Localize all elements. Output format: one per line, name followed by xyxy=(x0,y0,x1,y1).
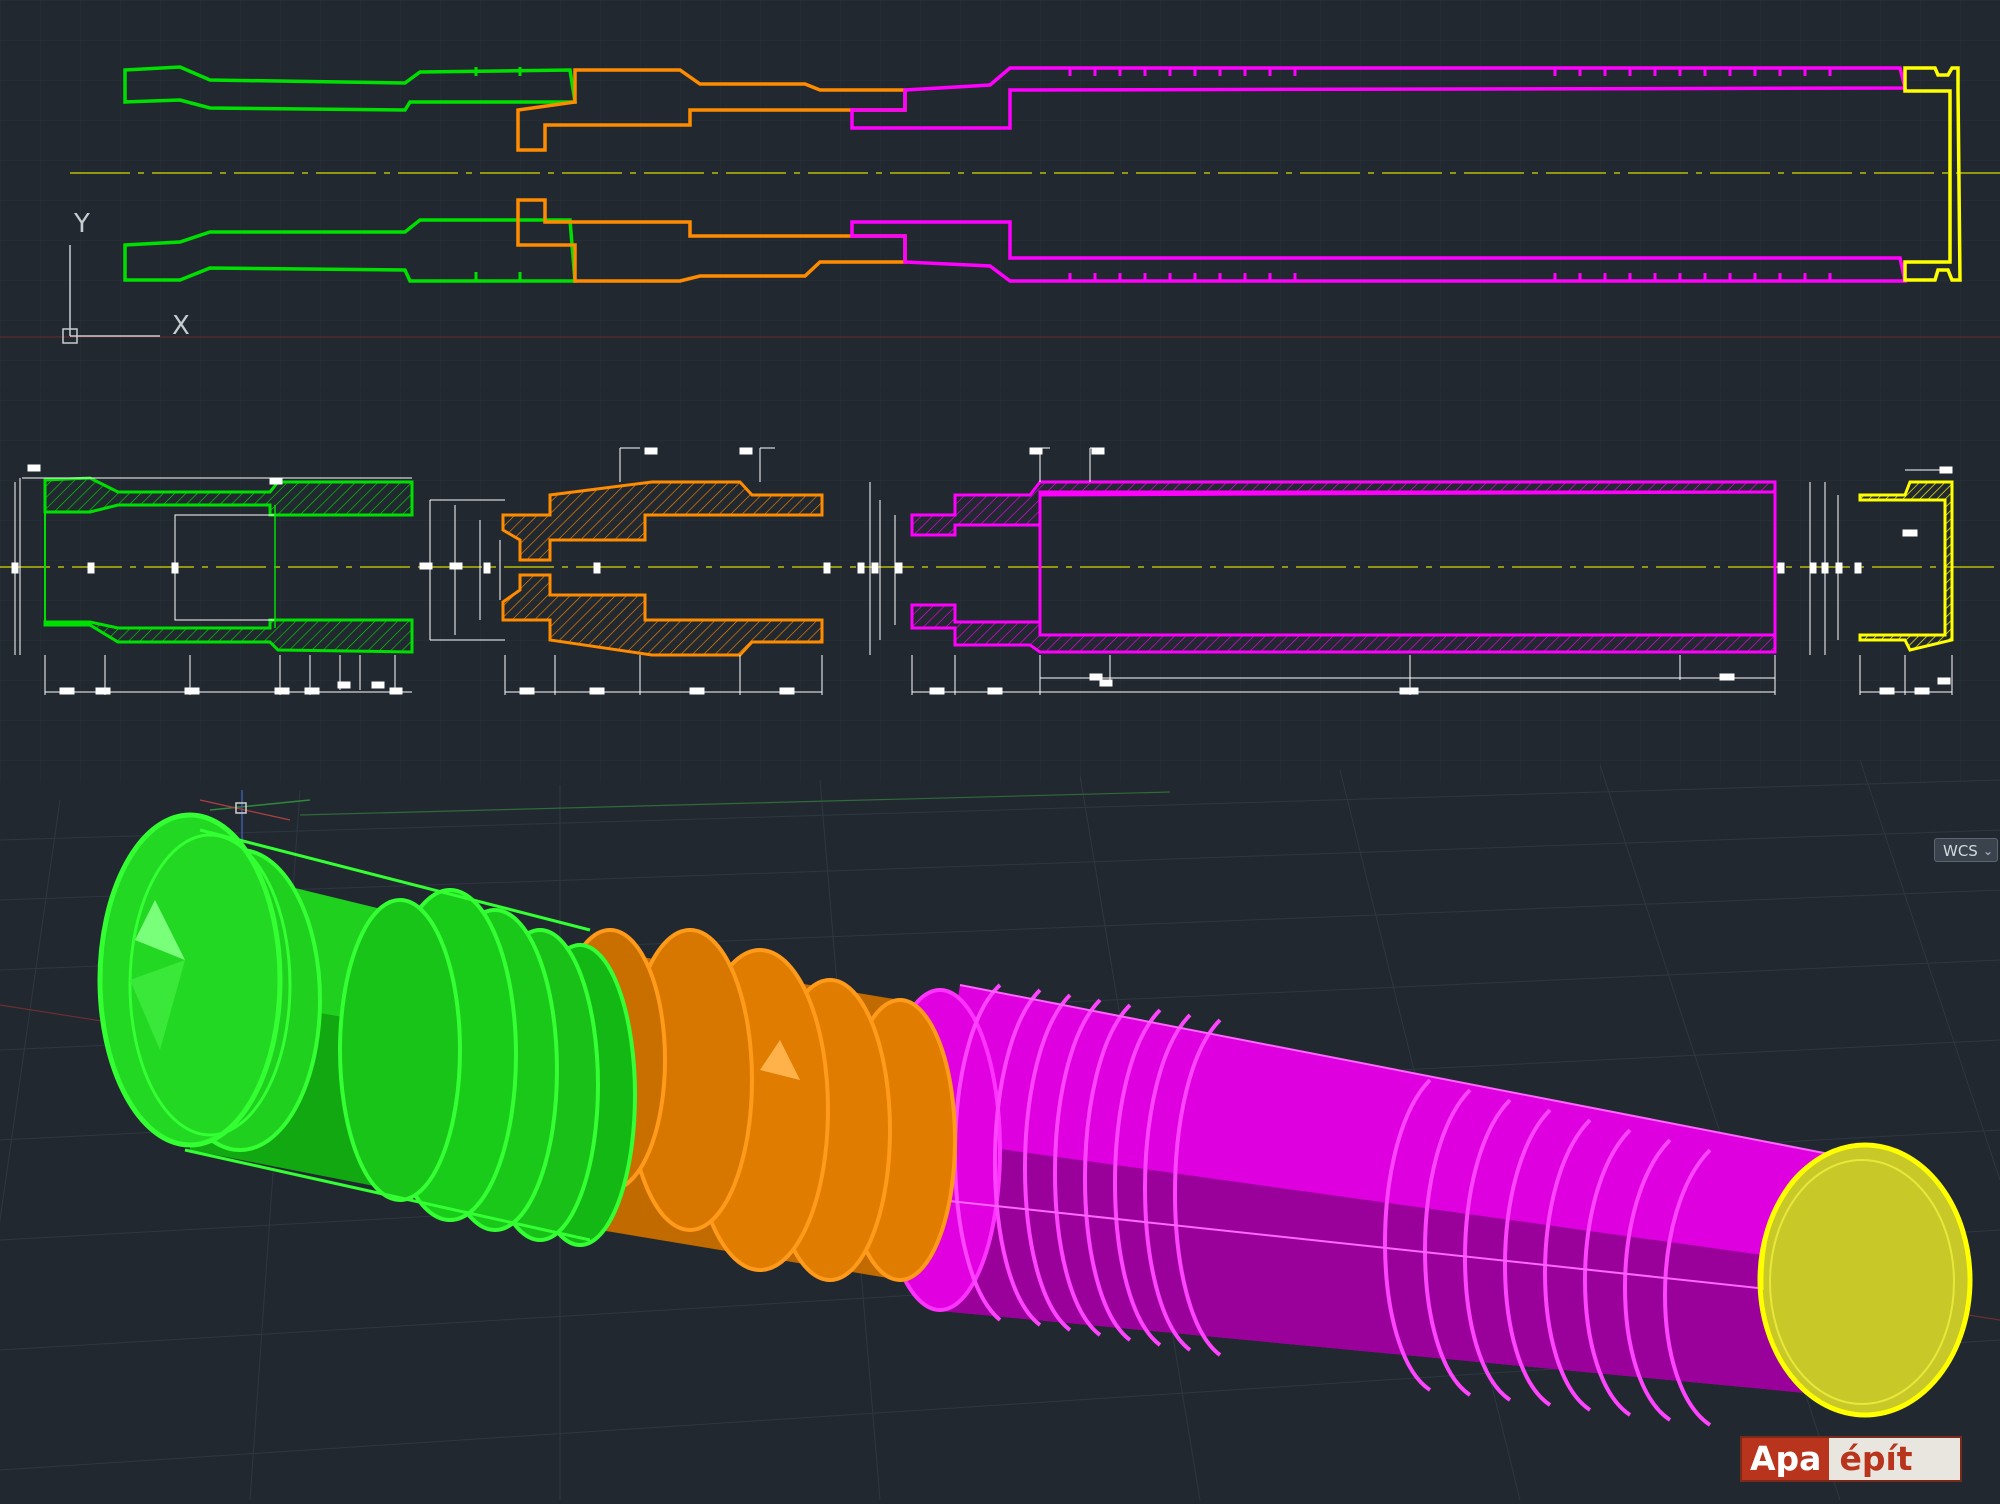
watermark-part2: épít xyxy=(1829,1438,1960,1480)
chevron-down-icon: ⌄ xyxy=(1982,844,1993,858)
view-cube-wcs-menu[interactable]: WCS ⌄ xyxy=(1934,838,1998,862)
watermark-logo: Apa épít xyxy=(1742,1438,1960,1480)
detail-drawings[interactable] xyxy=(0,392,2000,782)
model-space-canvas[interactable]: Y X xyxy=(0,0,2000,1501)
ucs-y-label: Y xyxy=(73,209,90,239)
magenta-part-3d[interactable] xyxy=(878,983,1880,1427)
section-view[interactable]: Y X xyxy=(0,0,2000,390)
watermark-part1: Apa xyxy=(1742,1438,1830,1480)
ucs-x-label: X xyxy=(172,311,190,341)
cad-drawing-area[interactable]: Y X WCS ⌄ Apa épít xyxy=(0,0,2000,1501)
wcs-label: WCS xyxy=(1943,842,1978,860)
green-part-3d[interactable] xyxy=(97,812,637,1247)
yellow-part-3d[interactable] xyxy=(1757,1142,1973,1418)
model-3d-view[interactable] xyxy=(0,759,2000,1501)
